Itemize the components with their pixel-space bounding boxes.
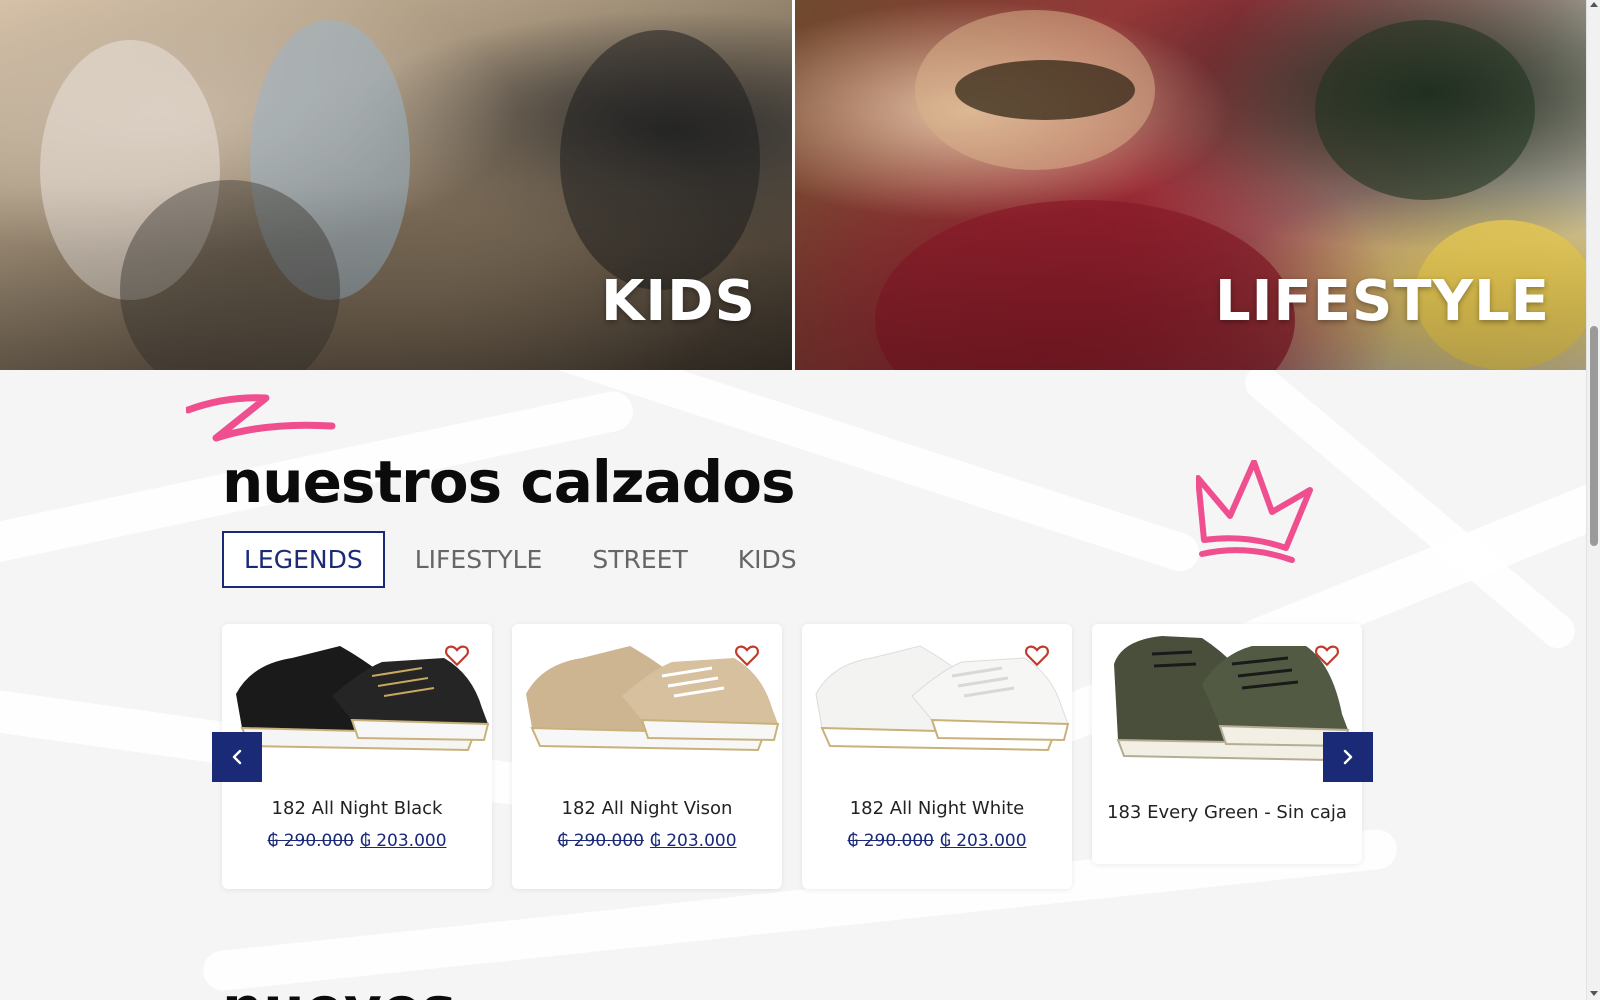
category-tabs: LEGENDS LIFESTYLE STREET KIDS	[222, 531, 817, 588]
product-card[interactable]: 182 All Night Black ₲ 290.000 ₲ 203.000	[222, 624, 492, 889]
banner-lifestyle-label: LIFESTYLE	[1214, 269, 1550, 334]
banner-kids[interactable]: KIDS	[0, 0, 792, 370]
product-image	[512, 624, 782, 784]
favorite-heart-icon[interactable]	[444, 642, 470, 668]
product-image	[222, 624, 492, 784]
tab-kids[interactable]: KIDS	[718, 533, 817, 586]
carousel-next-button[interactable]	[1323, 732, 1373, 782]
product-carousel: 182 All Night Black ₲ 290.000 ₲ 203.000 1…	[222, 624, 1372, 889]
scroll-up-arrow-icon[interactable]	[1590, 2, 1598, 7]
chevron-right-icon	[1343, 749, 1353, 765]
chevron-left-icon	[232, 749, 242, 765]
carousel-prev-button[interactable]	[212, 732, 262, 782]
next-section-title: nuevos	[222, 974, 456, 1000]
product-name[interactable]: 182 All Night Black	[222, 798, 492, 819]
favorite-heart-icon[interactable]	[1314, 642, 1340, 668]
favorite-heart-icon[interactable]	[734, 642, 760, 668]
old-price: ₲ 290.000	[267, 831, 354, 851]
sale-price[interactable]: ₲ 203.000	[940, 831, 1027, 851]
scroll-thumb[interactable]	[1590, 326, 1598, 546]
tab-lifestyle[interactable]: LIFESTYLE	[395, 533, 563, 586]
product-card[interactable]: 182 All Night White ₲ 290.000 ₲ 203.000	[802, 624, 1072, 889]
section-title: nuestros calzados	[222, 448, 796, 516]
old-price: ₲ 290.000	[557, 831, 644, 851]
page-scrollbar[interactable]	[1586, 0, 1600, 1000]
product-card[interactable]: 182 All Night Vison ₲ 290.000 ₲ 203.000	[512, 624, 782, 889]
favorite-heart-icon[interactable]	[1024, 642, 1050, 668]
old-price: ₲ 290.000	[847, 831, 934, 851]
banner-kids-label: KIDS	[600, 269, 756, 334]
product-image	[1092, 624, 1362, 784]
sale-price[interactable]: ₲ 203.000	[360, 831, 447, 851]
product-image	[802, 624, 1072, 784]
tab-street[interactable]: STREET	[572, 533, 707, 586]
price-row: ₲ 290.000 ₲ 203.000	[802, 831, 1072, 851]
crown-icon	[1196, 460, 1313, 563]
tab-legends[interactable]: LEGENDS	[222, 531, 385, 588]
product-name[interactable]: 182 All Night White	[802, 798, 1072, 819]
product-name[interactable]: 182 All Night Vison	[512, 798, 782, 819]
scroll-down-arrow-icon[interactable]	[1590, 991, 1598, 996]
product-name[interactable]: 183 Every Green - Sin caja	[1092, 802, 1362, 823]
hero-banners: KIDS LIFESTYLE	[0, 0, 1586, 370]
banner-lifestyle[interactable]: LIFESTYLE	[792, 0, 1586, 370]
sale-price[interactable]: ₲ 203.000	[650, 831, 737, 851]
product-card[interactable]: 183 Every Green - Sin caja	[1092, 624, 1362, 864]
scribble-decoration	[186, 394, 336, 442]
price-row: ₲ 290.000 ₲ 203.000	[512, 831, 782, 851]
price-row: ₲ 290.000 ₲ 203.000	[222, 831, 492, 851]
